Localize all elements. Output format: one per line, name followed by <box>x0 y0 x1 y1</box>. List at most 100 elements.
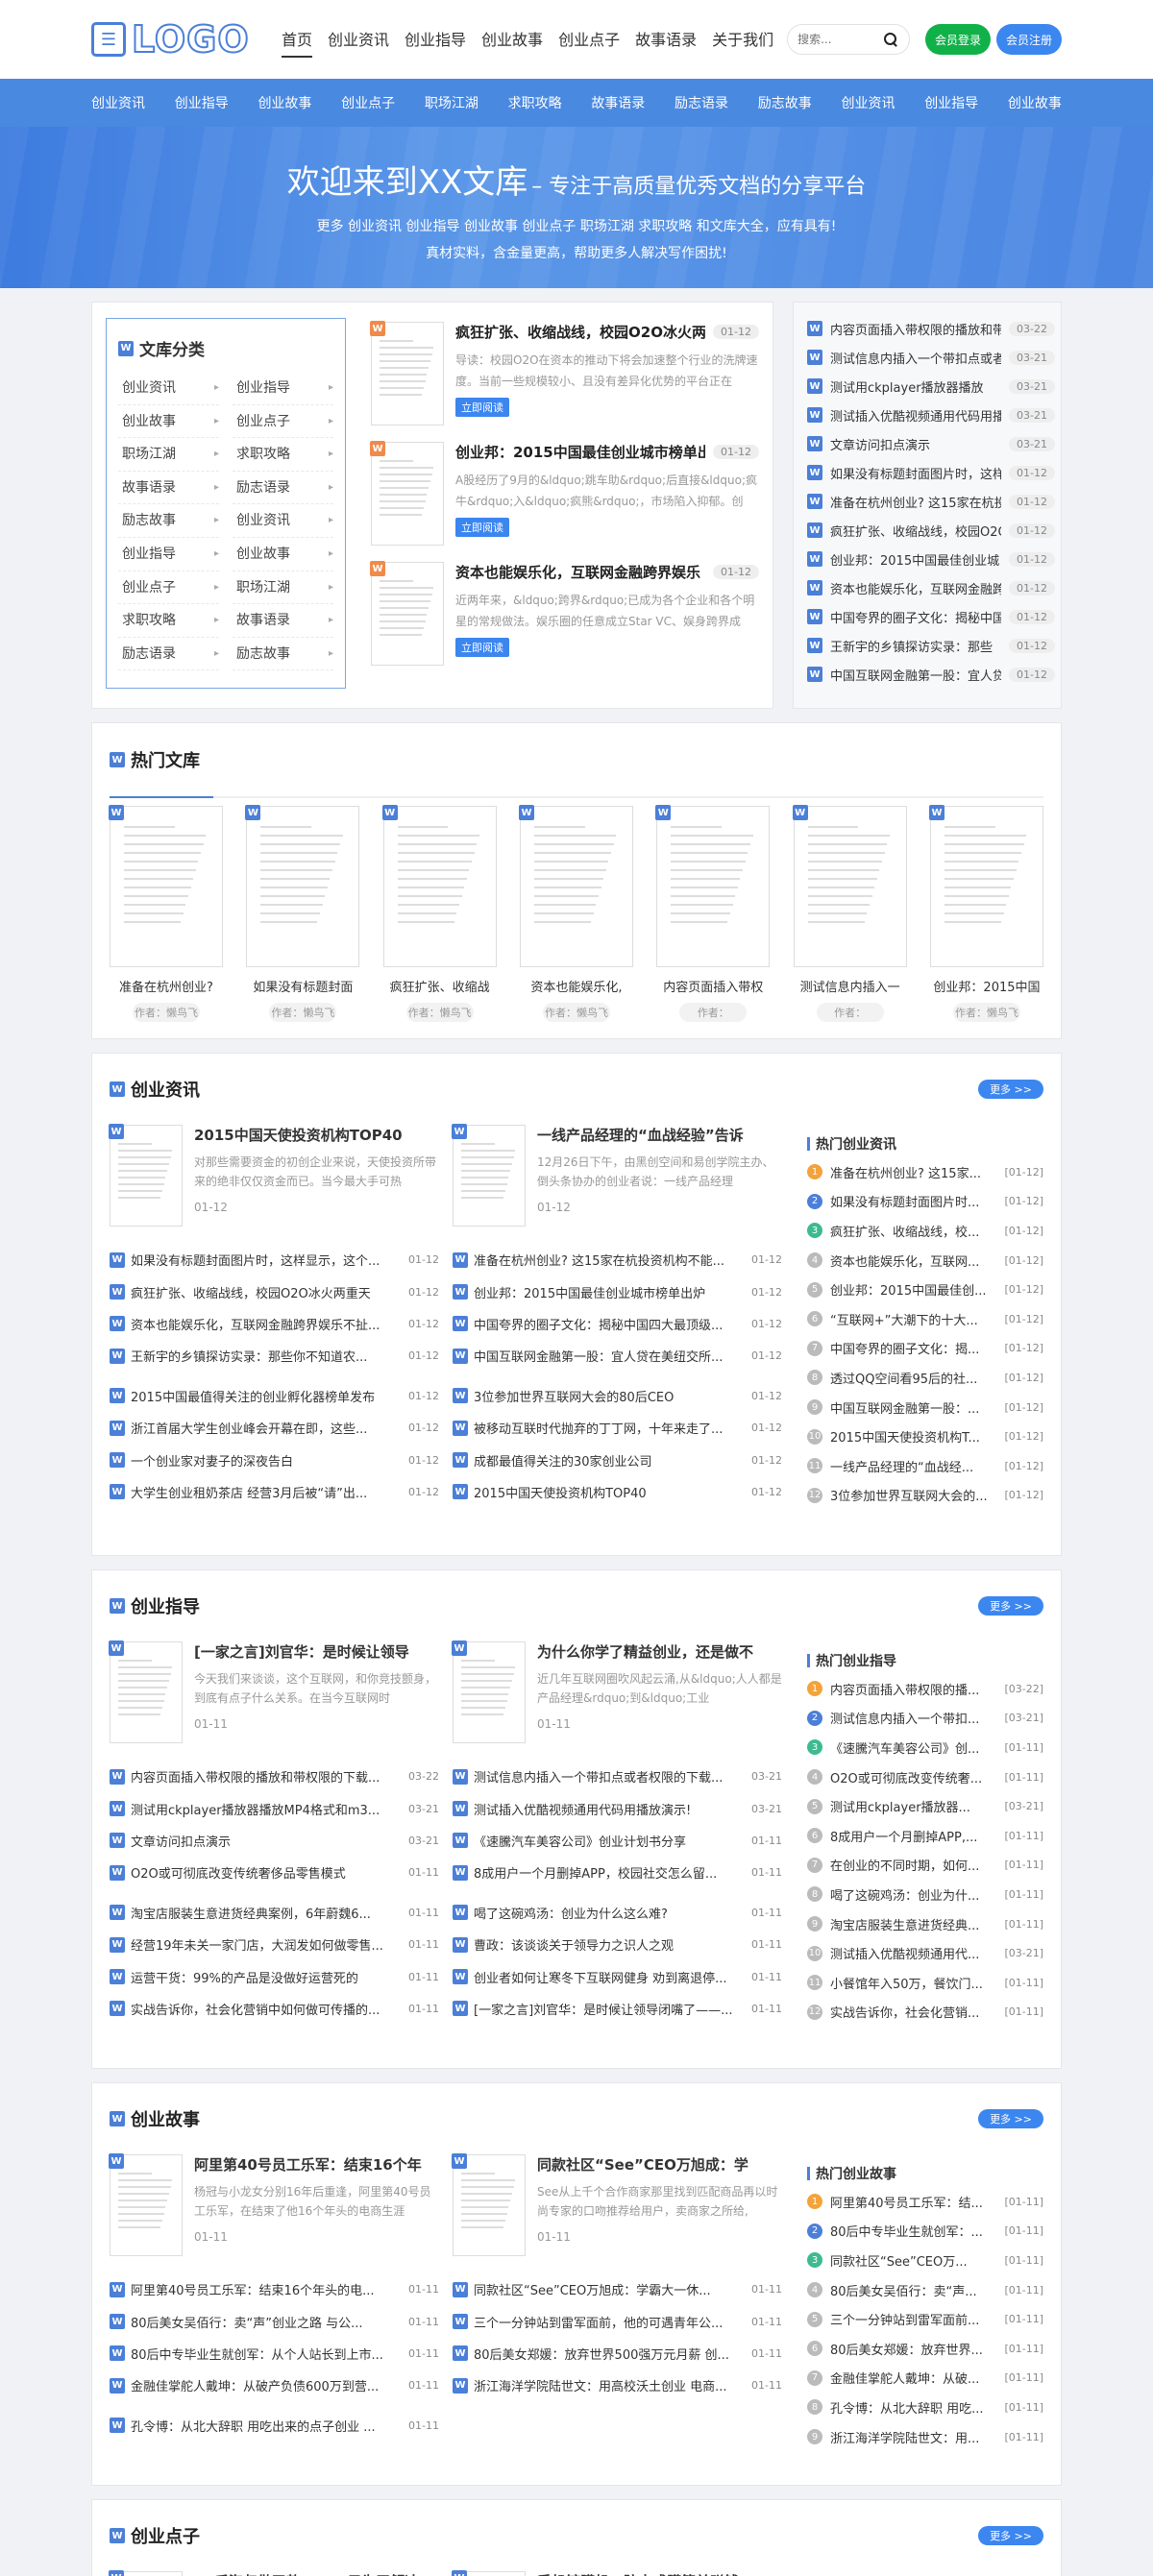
doc-thumbnail[interactable]: W <box>928 805 1043 967</box>
list-item[interactable]: W 测试插入优酷视频通用代码用播放演示! 03-21 <box>453 1792 782 1824</box>
category-link[interactable]: 创业故事 <box>118 405 219 439</box>
search-box[interactable] <box>787 24 911 55</box>
hot-list-item[interactable]: 5 创业邦：2015中国最佳创... [01-12] <box>807 1275 1043 1304</box>
list-item-title[interactable]: 80后美女吴佰行：卖“声”创业之路 与公... <box>131 2313 403 2331</box>
hot-list-item[interactable]: 3 疯狂扩张、收缩战线，校... [01-12] <box>807 1216 1043 1246</box>
list-item-title[interactable]: 文章访问扣点演示 <box>131 1832 403 1850</box>
list-item-title[interactable]: 测试插入优酷视频通用代码用播 <box>830 406 1001 425</box>
hot-list-item[interactable]: 10 测试插入优酷视频通用代... [03-21] <box>807 1938 1043 1968</box>
category-link[interactable]: 创业指导 <box>233 372 333 405</box>
list-item[interactable]: W 中国夸界的圈子文化：揭秘中国四大最顶级... 01-12 <box>453 1308 782 1340</box>
list-item[interactable]: W 2015中国天使投资机构TOP40 01-12 <box>453 1476 782 1508</box>
list-item-title[interactable]: 三个一分钟站到雷军面前，他的可遇青年公... <box>474 2313 746 2331</box>
hot-list-item-title[interactable]: 如果没有标题封面图片时... <box>830 1192 996 1210</box>
hot-list-item-title[interactable]: 内容页面插入带权限的播... <box>830 1680 996 1698</box>
hot-list-item[interactable]: 11 小餐馆年入50万，餐饮门... [01-11] <box>807 1968 1043 1998</box>
list-item-title[interactable]: 疯狂扩张、收缩战线，校园O2O <box>830 522 1001 540</box>
category-link[interactable]: 励志语录 <box>118 638 219 671</box>
list-item[interactable]: W 中国互联网金融第一股：宜人贷 01-12 <box>807 660 1055 689</box>
list-item[interactable]: W 三个一分钟站到雷军面前，他的可遇青年公... 01-11 <box>453 2305 782 2337</box>
category-link[interactable]: 求职攻略 <box>233 438 333 472</box>
list-item[interactable]: W O2O或可彻底改变传统奢侈品零售模式 01-11 <box>110 1857 439 1888</box>
list-item[interactable]: W 大学生创业租奶茶店 经营3月后被“请”出... 01-12 <box>110 1476 439 1508</box>
list-item[interactable]: W 王新宇的乡镇探访实录：那些 01-12 <box>807 631 1055 660</box>
section-featured-item[interactable]: W 为什么你学了精益创业，还是做不 近几年互联网圈吹风起云涌,从&ldquo;人人都… <box>452 1640 782 1761</box>
list-item-title[interactable]: 运营干货：99%的产品是没做好运营死的 <box>131 1968 403 1986</box>
hot-list-item-title[interactable]: 测试插入优酷视频通用代... <box>830 1944 996 1962</box>
hot-list-item-title[interactable]: 8成用户一个月删掉APP,... <box>830 1827 996 1845</box>
category-link[interactable]: 求职攻略 <box>118 604 219 638</box>
list-item[interactable]: W 如果没有标题封面图片时，这样 01-12 <box>807 458 1055 487</box>
doc-thumbnail[interactable]: W <box>245 805 360 967</box>
list-item-title[interactable]: 测试插入优酷视频通用代码用播放演示! <box>474 1800 746 1818</box>
category-link[interactable]: 职场江湖 <box>118 438 219 472</box>
list-item[interactable]: W 资本也能娱乐化，互联网金融跨 01-12 <box>807 573 1055 602</box>
hot-list-item[interactable]: 10 2015中国天使投资机构T... [01-12] <box>807 1422 1043 1451</box>
hot-list-item-title[interactable]: 阿里第40号员工乐军：结... <box>830 2193 996 2211</box>
list-item-title[interactable]: [一家之言]刘官华：是时候让领导闭嘴了——... <box>474 2000 746 2018</box>
hot-list-item[interactable]: 7 在创业的不同时期，如何... [01-11] <box>807 1851 1043 1881</box>
hot-list-item-title[interactable]: 实战告诉你，社会化营销... <box>830 2003 996 2021</box>
hot-list-item[interactable]: 9 淘宝店服装生意进货经典... [01-11] <box>807 1909 1043 1939</box>
nav-link[interactable]: 创业资讯 <box>328 21 389 58</box>
list-item-title[interactable]: 浙江海洋学院陆世文：用高校沃土创业 电商... <box>474 2376 746 2394</box>
hot-doc-name[interactable]: 准备在杭州创业? <box>110 977 223 995</box>
hot-list-item[interactable]: 5 三个一分钟站到雷军面前... [01-11] <box>807 2304 1043 2334</box>
list-item[interactable]: W 阿里第40号员工乐军：结束16个年头的电... 01-11 <box>110 2273 439 2305</box>
more-button[interactable]: 更多 >> <box>978 1596 1043 1616</box>
section-featured-title[interactable]: 80后海归做了款APP，只为了解决 <box>194 2571 439 2576</box>
nav-link[interactable]: 关于我们 <box>712 21 773 58</box>
list-item-title[interactable]: 王新宇的乡镇探访实录：那些你不知道农... <box>131 1347 403 1365</box>
list-item-title[interactable]: 测试用ckplayer播放器播放 <box>830 377 1001 396</box>
category-link[interactable]: 创业资讯 <box>233 504 333 538</box>
hot-doc-card[interactable]: W 疯狂扩张、收缩战 作者：懒鸟飞 <box>381 805 497 1022</box>
list-item-title[interactable]: 浙江首届大学生创业峰会开幕在即，这些... <box>131 1419 403 1437</box>
list-item-title[interactable]: 被移动互联时代抛弃的丁丁网，十年来走了... <box>474 1419 746 1437</box>
register-button[interactable]: 会员注册 <box>996 24 1062 55</box>
hot-list-item[interactable]: 2 如果没有标题封面图片时... [01-12] <box>807 1187 1043 1217</box>
category-link[interactable]: 故事语录 <box>118 472 219 505</box>
list-item[interactable]: W 运营干货：99%的产品是没做好运营死的 01-11 <box>110 1960 439 1992</box>
hot-list-item[interactable]: 8 透过QQ空间看95后的社... [01-12] <box>807 1363 1043 1393</box>
list-item[interactable]: W 疯狂扩张、收缩战线，校园O2O冰火两重天 01-12 <box>110 1276 439 1307</box>
list-item[interactable]: W 准备在杭州创业? 这15家在杭投 01-12 <box>807 487 1055 516</box>
category-link[interactable]: 励志故事 <box>233 638 333 671</box>
hot-list-item-title[interactable]: 同款社区“See”CEO万... <box>830 2251 996 2270</box>
list-item[interactable]: W 浙江首届大学生创业峰会开幕在即，这些... 01-12 <box>110 1412 439 1444</box>
category-link[interactable]: 创业点子 <box>233 405 333 439</box>
list-item[interactable]: W 资本也能娱乐化，互联网金融跨界娱乐不扯... 01-12 <box>110 1308 439 1340</box>
list-item-title[interactable]: 阿里第40号员工乐军：结束16个年头的电... <box>131 2280 403 2298</box>
section-featured-item[interactable]: W 同款社区“See”CEO万旭成：学 See从上千个合作商家那里找到匹配商品再以时… <box>452 2153 782 2273</box>
section-featured-title[interactable]: 2015中国天使投资机构TOP40 <box>194 1125 439 1145</box>
list-item[interactable]: W 淘宝店服装生意进货经典案例，6年蔚魏6... 01-11 <box>110 1897 439 1929</box>
list-item-title[interactable]: 80后中专毕业生就创军：从个人站长到上市... <box>131 2345 403 2363</box>
hot-doc-card[interactable]: W 资本也能娱乐化, 作者：懒鸟飞 <box>518 805 633 1022</box>
hot-list-item[interactable]: 9 中国互联网金融第一股：... [01-12] <box>807 1393 1043 1422</box>
subnav-link[interactable]: 创业资讯 <box>841 93 895 112</box>
hot-doc-card[interactable]: W 创业邦：2015中国 作者：懒鸟飞 <box>928 805 1043 1022</box>
list-item[interactable]: W 8成用户一个月删掉APP，校园社交怎么留... 01-11 <box>453 1857 782 1888</box>
list-item[interactable]: W 测试信息内插入一个带扣点或者权限的下载... 03-21 <box>453 1761 782 1792</box>
hot-list-item[interactable]: 1 内容页面插入带权限的播... [03-22] <box>807 1674 1043 1704</box>
hot-doc-name[interactable]: 资本也能娱乐化, <box>520 977 633 995</box>
hot-list-item[interactable]: 8 孔令博：从北大辞职 用吃... [01-11] <box>807 2393 1043 2422</box>
list-item-title[interactable]: 曹政：该谈谈关于领导力之识人之观 <box>474 1935 746 1954</box>
search-input[interactable] <box>797 33 885 46</box>
hot-doc-name[interactable]: 创业邦：2015中国 <box>930 977 1043 995</box>
more-button[interactable]: 更多 >> <box>978 2109 1043 2128</box>
list-item[interactable]: W 如果没有标题封面图片时，这样显示，这个... 01-12 <box>110 1244 439 1276</box>
section-featured-title[interactable]: 手机镀膜机，防水成膜简单赚钱 <box>537 2571 782 2576</box>
list-item-title[interactable]: 疯狂扩张、收缩战线，校园O2O冰火两重天 <box>131 1283 403 1301</box>
subnav-link[interactable]: 职场江湖 <box>425 93 478 112</box>
list-item[interactable]: W 准备在杭州创业? 这15家在杭投资机构不能... 01-12 <box>453 1244 782 1276</box>
hot-list-item[interactable]: 11 一线产品经理的“血战经... [01-12] <box>807 1451 1043 1481</box>
list-item-title[interactable]: 创业邦：2015中国最佳创业城 <box>830 550 1001 569</box>
section-featured-title[interactable]: 阿里第40号员工乐军：结束16个年 <box>194 2154 439 2175</box>
hot-list-item-title[interactable]: 在创业的不同时期，如何... <box>830 1856 996 1874</box>
hot-list-item-title[interactable]: 80后美女吴佰行：卖“声... <box>830 2281 996 2299</box>
list-item[interactable]: W 测试信息内插入一个带扣点或者 03-21 <box>807 343 1055 372</box>
featured-title[interactable]: 疯狂扩张、收缩战线，校园O2O冰火两 <box>455 322 705 342</box>
subnav-link[interactable]: 创业指导 <box>924 93 978 112</box>
section-featured-title[interactable]: 同款社区“See”CEO万旭成：学 <box>537 2154 782 2175</box>
list-item-title[interactable]: 资本也能娱乐化，互联网金融跨 <box>830 579 1001 597</box>
